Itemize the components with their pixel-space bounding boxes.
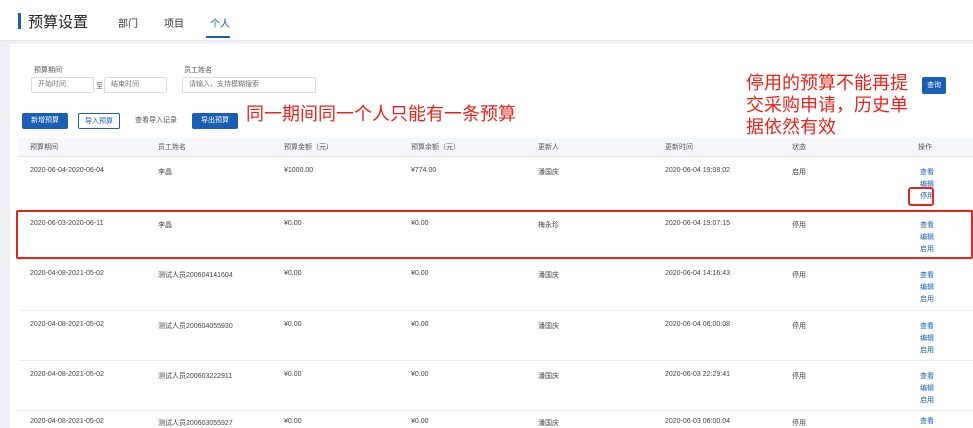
tab-department[interactable]: 部门 bbox=[118, 15, 138, 30]
view-link[interactable]: 查看 bbox=[920, 270, 934, 282]
cell-updater: 潘国庆 bbox=[538, 169, 559, 176]
highlight-box-disable bbox=[908, 187, 934, 206]
cell-balance: ¥0.00 bbox=[411, 270, 429, 277]
cell-updated-time: 2020-06-04 19:08:02 bbox=[665, 167, 730, 174]
col-updater: 更新人 bbox=[538, 144, 559, 151]
cell-updated-time: 2020-06-03 06:00:04 bbox=[665, 418, 730, 425]
cell-status: 停用 bbox=[792, 272, 806, 279]
active-tab-indicator bbox=[206, 36, 230, 38]
table-row: 2020-04-08-2021-05-02 测试人员200603055927 ¥… bbox=[18, 411, 973, 428]
cell-updater: 潘国庆 bbox=[538, 420, 559, 427]
row-actions: 查看 编辑 启用 bbox=[920, 321, 934, 357]
cell-employee: 测试人员200604055930 bbox=[158, 323, 233, 330]
to-label: 至 bbox=[96, 83, 103, 90]
table-row: 2020-04-08-2021-05-02 测试人员200603222911 ¥… bbox=[18, 361, 973, 411]
view-link[interactable]: 查看 bbox=[920, 416, 934, 428]
col-balance: 预算余额（元） bbox=[411, 144, 460, 151]
cell-employee: 李晶 bbox=[158, 169, 172, 176]
col-actions: 操作 bbox=[918, 144, 932, 151]
cell-balance: ¥0.00 bbox=[411, 321, 429, 328]
annotation-line-2: 交采购申请，历史单 bbox=[746, 95, 908, 115]
row-actions: 查看 编辑 启用 bbox=[920, 270, 934, 306]
cell-updater: 潘国庆 bbox=[538, 373, 559, 380]
cell-period: 2020-04-08-2021-05-02 bbox=[30, 418, 104, 425]
cell-period: 2020-04-08-2021-05-02 bbox=[30, 270, 104, 277]
enable-link[interactable]: 启用 bbox=[920, 294, 934, 306]
cell-amount: ¥0.00 bbox=[284, 270, 302, 277]
cell-updater: 潘国庆 bbox=[538, 323, 559, 330]
view-link[interactable]: 查看 bbox=[920, 167, 934, 179]
cell-balance: ¥774.00 bbox=[411, 167, 437, 174]
period-label: 预算期间 bbox=[34, 67, 62, 74]
col-period: 预算期间 bbox=[30, 144, 58, 151]
cell-employee: 测试人员200603222911 bbox=[158, 373, 233, 380]
cell-updated-time: 2020-06-04 06:00:08 bbox=[665, 321, 730, 328]
annotation-line-3: 据依然有效 bbox=[746, 117, 836, 137]
annotation-line-1: 停用的预算不能再提 bbox=[746, 73, 908, 93]
cell-period: 2020-04-08-2021-05-02 bbox=[30, 321, 104, 328]
enable-link[interactable]: 启用 bbox=[920, 345, 934, 357]
col-amount: 预算金额（元） bbox=[284, 144, 333, 151]
tab-personal[interactable]: 个人 bbox=[210, 15, 230, 30]
table-row: 2020-04-08-2021-05-02 测试人员200604055930 ¥… bbox=[18, 311, 973, 361]
cell-updater: 潘国庆 bbox=[538, 272, 559, 279]
view-link[interactable]: 查看 bbox=[920, 371, 934, 383]
cell-amount: ¥0.00 bbox=[284, 321, 302, 328]
cell-status: 停用 bbox=[792, 373, 806, 380]
import-budget-button[interactable]: 导入预算 bbox=[78, 113, 120, 129]
table-header: 预算期间 员工姓名 预算金额（元） 预算余额（元） 更新人 更新时间 状态 操作 bbox=[18, 138, 973, 157]
import-records-button[interactable]: 查看导入记录 bbox=[130, 113, 182, 129]
cell-balance: ¥0.00 bbox=[411, 371, 429, 378]
page-header: 预算设置 部门 项目 个人 bbox=[0, 0, 973, 41]
title-accent-bar bbox=[18, 13, 21, 29]
edit-link[interactable]: 编辑 bbox=[920, 333, 934, 345]
cell-balance: ¥0.00 bbox=[411, 418, 429, 425]
edit-link[interactable]: 编辑 bbox=[920, 383, 934, 395]
cell-status: 停用 bbox=[792, 323, 806, 330]
highlight-box-row bbox=[16, 210, 973, 259]
cell-period: 2020-04-08-2021-05-02 bbox=[30, 371, 104, 378]
cell-amount: ¥0.00 bbox=[284, 418, 302, 425]
end-date-input[interactable] bbox=[104, 77, 167, 93]
employee-label: 员工姓名 bbox=[184, 67, 212, 74]
tab-project[interactable]: 项目 bbox=[164, 15, 184, 30]
cell-amount: ¥0.00 bbox=[284, 371, 302, 378]
annotation-disabled-note: 停用的预算不能再提 交采购申请，历史单 据依然有效 bbox=[746, 72, 908, 138]
cell-employee: 测试人员200604141604 bbox=[158, 272, 233, 279]
cell-updated-time: 2020-06-04 14:16:43 bbox=[665, 270, 730, 277]
cell-status: 启用 bbox=[792, 169, 806, 176]
table-row: 2020-06-04-2020-06-04 李晶 ¥1000.00 ¥774.0… bbox=[18, 157, 973, 210]
export-budget-button[interactable]: 导出预算 bbox=[192, 113, 238, 129]
table-row: 2020-04-08-2021-05-02 测试人员200604141604 ¥… bbox=[18, 260, 973, 311]
col-employee: 员工姓名 bbox=[158, 144, 186, 151]
annotation-unique-budget: 同一期间同一个人只能有一条预算 bbox=[246, 104, 516, 124]
cell-period: 2020-06-04-2020-06-04 bbox=[30, 167, 104, 174]
edit-link[interactable]: 编辑 bbox=[920, 282, 934, 294]
page-title: 预算设置 bbox=[28, 14, 89, 31]
col-status: 状态 bbox=[792, 144, 806, 151]
add-budget-button[interactable]: 新增预算 bbox=[22, 113, 68, 129]
cell-updated-time: 2020-06-03 22:29:41 bbox=[665, 371, 730, 378]
enable-link[interactable]: 启用 bbox=[920, 395, 934, 407]
cell-status: 停用 bbox=[792, 420, 806, 427]
cell-amount: ¥1000.00 bbox=[284, 167, 314, 174]
row-actions: 查看 bbox=[920, 416, 934, 428]
start-date-input[interactable] bbox=[31, 77, 94, 93]
view-link[interactable]: 查看 bbox=[920, 321, 934, 333]
cell-employee: 测试人员200603055927 bbox=[158, 420, 233, 427]
employee-search-input[interactable] bbox=[182, 77, 316, 93]
row-actions: 查看 编辑 启用 bbox=[920, 371, 934, 407]
col-updated-time: 更新时间 bbox=[665, 144, 693, 151]
query-button[interactable]: 查询 bbox=[922, 77, 946, 94]
